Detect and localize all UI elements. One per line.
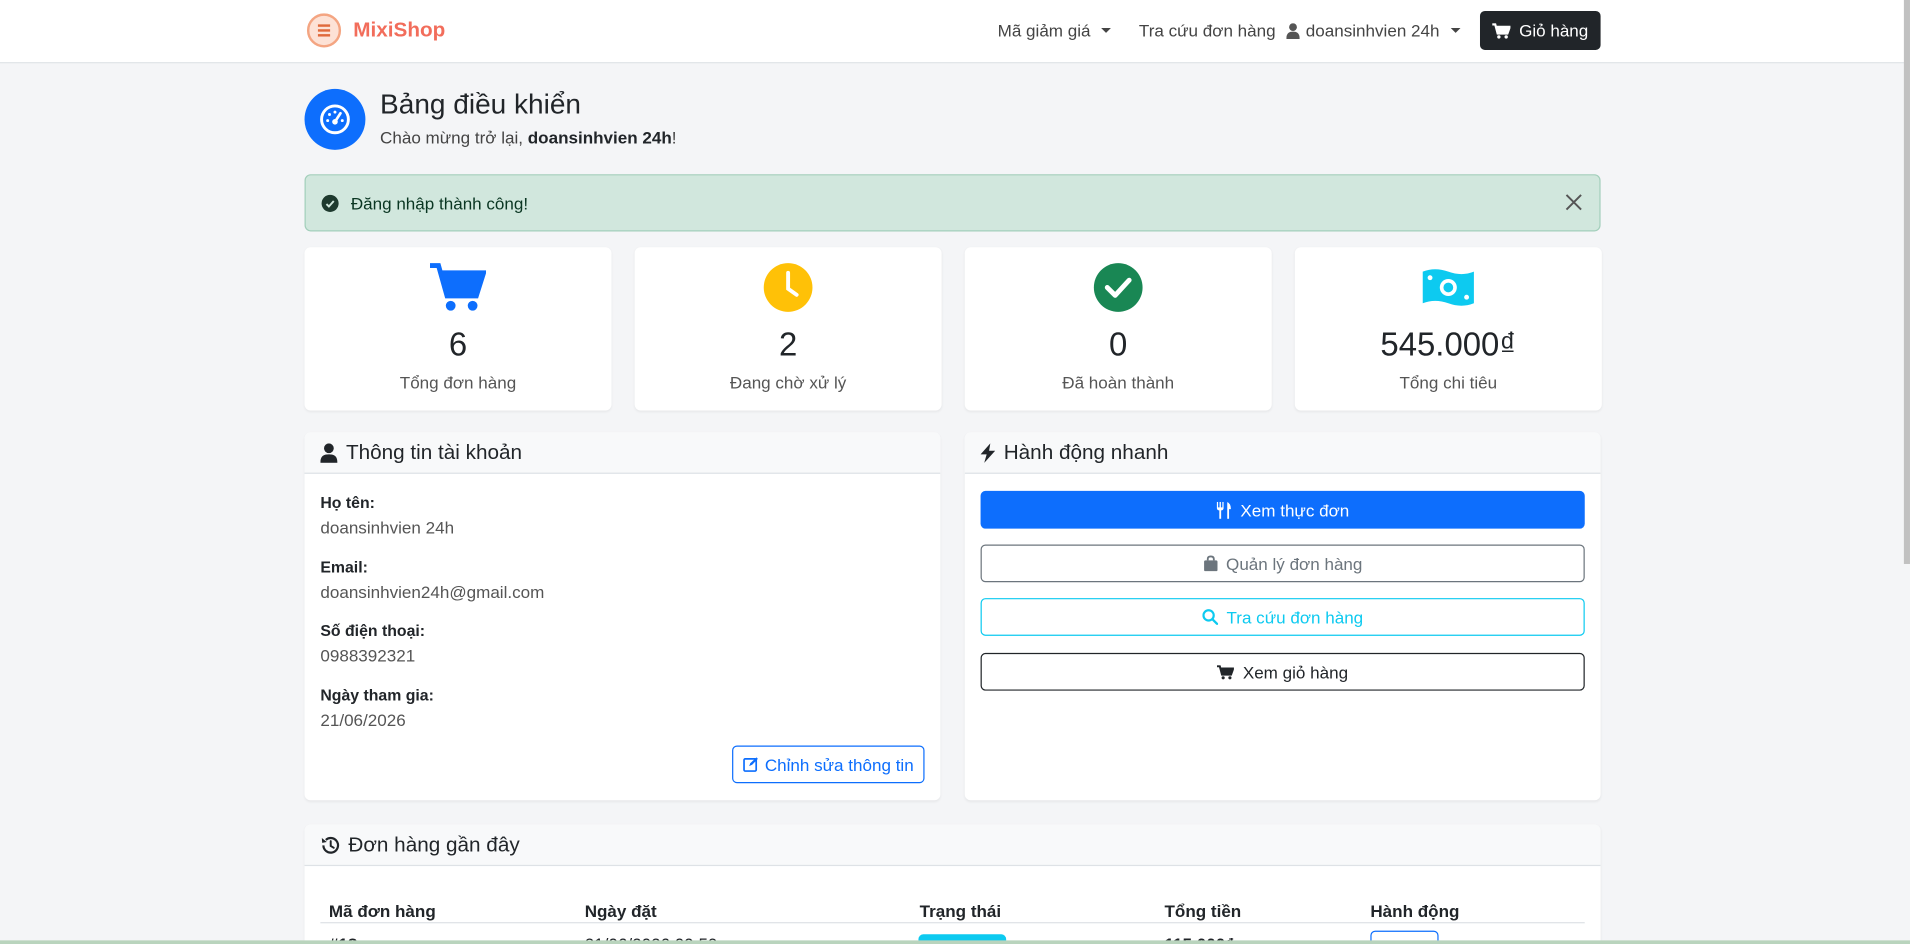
stat-pending-orders: 2 Đang chờ xử lý [634, 247, 942, 411]
account-info-card: Thông tin tài khoản Họ tên: doansinhvien… [304, 432, 941, 801]
clock-icon [763, 263, 813, 312]
account-info-header: Thông tin tài khoản [304, 432, 941, 474]
user-icon [1286, 22, 1300, 39]
manage-orders-button[interactable]: Quản lý đơn hàng [980, 544, 1585, 583]
field-label-email: Email: [320, 557, 368, 577]
welcome-username: doansinhvien 24h [527, 127, 672, 148]
track-order-button[interactable]: Tra cứu đơn hàng [980, 598, 1585, 636]
user-dropdown[interactable]: doansinhvien 24h [1286, 20, 1461, 41]
account-info-title: Thông tin tài khoản [345, 440, 523, 464]
column-header-total: Tổng tiền [1164, 901, 1242, 921]
dashboard-icon [304, 88, 366, 150]
field-label-fullname: Họ tên: [320, 493, 375, 512]
cart-icon [429, 263, 487, 311]
order-lookup-link[interactable]: Tra cứu đơn hàng [1139, 21, 1276, 40]
bag-icon [1203, 555, 1217, 572]
check-circle-icon [1093, 263, 1143, 312]
stat-label: Đã hoàn thành [1062, 372, 1175, 393]
column-header-order-date: Ngày đặt [584, 901, 657, 921]
column-header-status: Trạng thái [919, 901, 1002, 921]
field-label-phone: Số điện thoại: [320, 621, 426, 640]
top-navbar: MixiShop Mã giảm giá Tra cứu đơn hàng do… [0, 0, 1910, 64]
view-menu-button[interactable]: Xem thực đơn [980, 490, 1585, 529]
alert-message: Đăng nhập thành công! [350, 193, 529, 214]
track-order-label: Tra cứu đơn hàng [1226, 607, 1364, 627]
edit-profile-button[interactable]: Chỉnh sửa thông tin [732, 745, 925, 784]
stat-completed-orders: 0 Đã hoàn thành [964, 247, 1272, 411]
field-label-joined: Ngày tham gia: [320, 685, 434, 705]
field-value-fullname: doansinhvien 24h [320, 517, 455, 538]
money-icon [1422, 269, 1474, 306]
order-lookup-label: Tra cứu đơn hàng [1138, 20, 1276, 41]
user-icon [320, 442, 338, 463]
welcome-suffix: ! [671, 127, 677, 148]
stat-total-orders: 6 Tổng đơn hàng [304, 247, 612, 411]
stat-total-spending: 545.000₫ Tổng chi tiêu [1294, 247, 1602, 411]
close-icon[interactable] [1563, 191, 1585, 213]
page-scrollbar[interactable] [1903, 0, 1910, 564]
cart-label: Giỏ hàng [1519, 20, 1589, 41]
quick-actions-title: Hành động nhanh [1003, 440, 1169, 464]
column-header-order-id: Mã đơn hàng [328, 901, 436, 921]
stat-label: Đang chờ xử lý [729, 372, 847, 393]
stat-label: Tổng đơn hàng [399, 372, 517, 393]
brand-name: MixiShop [353, 18, 446, 42]
stat-label: Tổng chi tiêu [1399, 372, 1498, 393]
brand-link[interactable]: MixiShop [306, 13, 446, 48]
quick-actions-header: Hành động nhanh [964, 432, 1601, 474]
chevron-down-icon [1450, 28, 1461, 33]
cart-button[interactable]: Giỏ hàng [1479, 10, 1601, 50]
cart-icon [1217, 664, 1235, 679]
check-circle-icon [321, 194, 339, 212]
search-icon [1202, 609, 1218, 625]
user-name: doansinhvien 24h [1305, 20, 1440, 41]
utensils-icon [1217, 501, 1232, 519]
coupons-label: Mã giảm giá [997, 20, 1091, 41]
field-value-phone: 0988392321 [320, 645, 416, 666]
recent-orders-header: Đơn hàng gần đây [304, 824, 1601, 867]
welcome-prefix: Chào mừng trở lại, [380, 127, 528, 148]
chevron-down-icon [1101, 28, 1112, 33]
column-header-actions: Hành động [1370, 901, 1460, 921]
recent-orders-title: Đơn hàng gần đây [348, 832, 520, 856]
field-value-joined: 21/06/2026 [320, 710, 406, 730]
stat-value: 2 [778, 326, 798, 363]
view-cart-label: Xem giỏ hàng [1242, 662, 1349, 682]
view-cart-button[interactable]: Xem giỏ hàng [980, 652, 1585, 691]
stat-value: 545.000₫ [1380, 326, 1517, 363]
edit-icon [743, 757, 758, 772]
recent-orders-card: Đơn hàng gần đây Mã đơn hàng Ngày đặt Tr… [304, 824, 1601, 944]
manage-orders-label: Quản lý đơn hàng [1226, 553, 1363, 574]
cart-icon [1492, 22, 1511, 39]
history-icon [321, 836, 340, 854]
coupons-dropdown[interactable]: Mã giảm giá [998, 21, 1112, 40]
bottom-divider [0, 940, 1910, 944]
stat-value: 6 [448, 326, 468, 363]
field-value-email: doansinhvien24h@gmail.com [320, 582, 545, 602]
brand-logo-icon [306, 13, 342, 48]
view-menu-label: Xem thực đơn [1240, 500, 1350, 520]
quick-actions-card: Hành động nhanh Xem thực đơn Quản lý đơn… [964, 432, 1601, 801]
page-title: Bảng điều khiển [380, 87, 581, 120]
bolt-icon [980, 442, 996, 463]
edit-profile-label: Chỉnh sửa thông tin [764, 754, 914, 775]
welcome-text: Chào mừng trở lại, doansinhvien 24h! [380, 128, 676, 147]
login-success-alert: Đăng nhập thành công! [304, 174, 1601, 232]
table-divider [320, 922, 1585, 924]
stat-value: 0 [1109, 326, 1128, 363]
